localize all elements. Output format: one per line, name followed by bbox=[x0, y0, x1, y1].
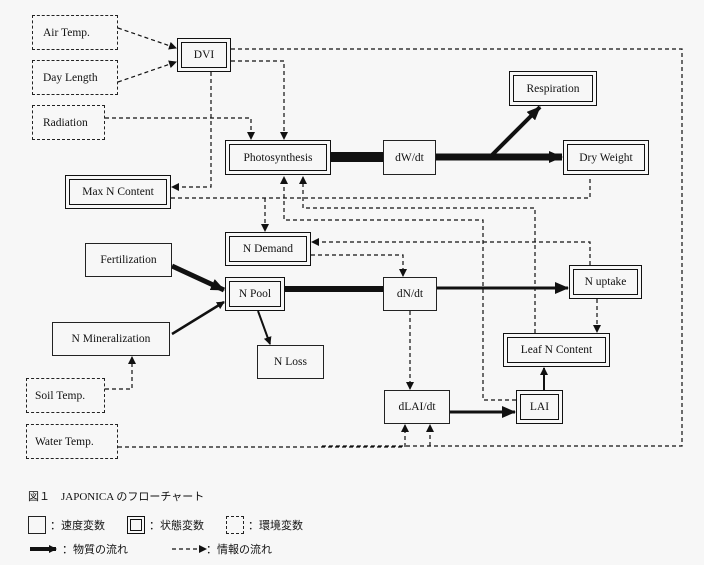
node-day-length: Day Length bbox=[32, 60, 118, 95]
node-air-temp: Air Temp. bbox=[32, 15, 118, 50]
flow-npool-nloss bbox=[257, 310, 272, 345]
node-max-n-content: Max N Content bbox=[65, 175, 171, 209]
node-dry-weight: Dry Weight bbox=[563, 140, 649, 175]
legend-material-label: ：物質の流れ bbox=[62, 544, 128, 556]
node-n-mineralization: N Mineralization bbox=[52, 322, 170, 356]
info-radiation-photo bbox=[105, 117, 255, 140]
info-ndemand-dndt bbox=[311, 254, 407, 277]
node-n-pool: N Pool bbox=[225, 277, 285, 311]
info-water-dlai bbox=[118, 424, 409, 448]
info-daylength-dvi bbox=[117, 60, 177, 83]
legend-rate: ：速度変数 bbox=[28, 516, 105, 534]
info-dvi-maxn bbox=[171, 72, 212, 191]
node-dlai-dt: dLAI/dt bbox=[384, 390, 450, 424]
node-dn-dt: dN/dt bbox=[383, 277, 437, 311]
legend-state-swatch bbox=[127, 516, 145, 534]
info-maxn-line bbox=[171, 176, 591, 199]
node-n-uptake: N uptake bbox=[569, 265, 642, 299]
info-airtemp-dvi bbox=[117, 27, 177, 50]
figure-caption: 図１ JAPONICA のフローチャート bbox=[28, 491, 205, 503]
node-respiration: Respiration bbox=[509, 71, 597, 106]
info-nuptake-ndemand bbox=[311, 238, 591, 265]
legend-env-swatch bbox=[226, 516, 244, 534]
legend-info-label: ：情報の流れ bbox=[206, 544, 272, 556]
node-radiation: Radiation bbox=[32, 105, 105, 140]
flow-dwdt-respiration bbox=[488, 105, 542, 159]
legend-box-types: ：速度変数 ：状態変数 ：環境変数 bbox=[28, 516, 325, 534]
node-leaf-n-content: Leaf N Content bbox=[503, 333, 610, 367]
legend-env: ：環境変数 bbox=[226, 516, 303, 534]
legend-state: ：状態変数 bbox=[127, 516, 204, 534]
node-n-demand: N Demand bbox=[225, 232, 311, 266]
node-photosynthesis: Photosynthesis bbox=[225, 140, 331, 175]
info-dvi-photo bbox=[231, 60, 288, 140]
node-water-temp: Water Temp. bbox=[26, 424, 118, 459]
flow-nmin-npool bbox=[171, 300, 225, 336]
node-lai: LAI bbox=[516, 390, 563, 424]
node-dw-dt: dW/dt bbox=[383, 140, 436, 175]
node-n-loss: N Loss bbox=[257, 345, 324, 379]
legend-rate-swatch bbox=[28, 516, 46, 534]
node-soil-temp: Soil Temp. bbox=[26, 378, 105, 413]
flow-fert-npool bbox=[170, 263, 226, 293]
node-fertilization: Fertilization bbox=[85, 243, 172, 277]
node-dvi: DVI bbox=[177, 38, 231, 72]
info-soil-nmin bbox=[105, 356, 136, 390]
legend-flow-types: ：物質の流れ ：情報の流れ bbox=[28, 541, 272, 557]
